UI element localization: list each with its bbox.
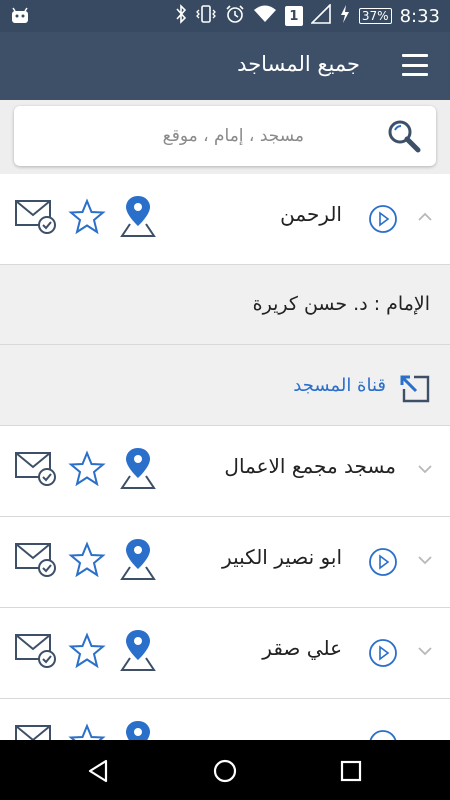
chevron-up-icon[interactable] — [416, 208, 434, 226]
star-icon[interactable] — [68, 450, 106, 488]
chevron-down-icon[interactable] — [416, 460, 434, 478]
chevron-down-icon[interactable] — [416, 642, 434, 660]
bluetooth-icon — [175, 4, 187, 28]
star-icon[interactable] — [68, 632, 106, 670]
battery-percent: 37% — [358, 8, 392, 24]
page-title: جميع المساجد — [237, 52, 360, 76]
mail-check-icon[interactable] — [14, 539, 58, 579]
play-icon[interactable] — [368, 547, 398, 577]
mail-check-icon[interactable] — [14, 196, 58, 236]
home-icon[interactable] — [212, 758, 238, 784]
map-pin-icon[interactable] — [120, 628, 156, 672]
map-pin-icon[interactable] — [120, 537, 156, 581]
map-pin-icon[interactable] — [120, 194, 156, 238]
system-nav-bar — [0, 740, 450, 800]
android-icon — [10, 6, 30, 30]
back-icon[interactable] — [86, 758, 112, 784]
star-icon[interactable] — [68, 198, 106, 236]
search-icon[interactable] — [386, 118, 422, 154]
search-input[interactable] — [34, 120, 304, 152]
search-area — [0, 100, 450, 174]
map-pin-icon[interactable] — [120, 446, 156, 490]
mail-check-icon[interactable] — [14, 630, 58, 670]
play-icon[interactable] — [368, 638, 398, 668]
mosque-name: الرحمن — [280, 202, 342, 226]
imam-text: الإمام : د. حسن كريرة — [252, 293, 430, 315]
wifi-icon — [253, 4, 277, 28]
mosque-row[interactable]: ابو نصير الكبير — [0, 517, 450, 608]
mosque-row[interactable]: الرحمن — [0, 174, 450, 265]
status-bar: 1 37% 8:33 — [0, 0, 450, 32]
mosque-name: ابو نصير الكبير — [222, 545, 342, 569]
mosque-name: علي صقر — [262, 636, 342, 660]
alarm-icon — [225, 4, 245, 28]
mosque-name: مسجد مجمع الاعمال — [224, 454, 396, 478]
mosque-row[interactable]: علي صقر — [0, 608, 450, 699]
battery-indicator: 37% — [358, 8, 392, 24]
sim-badge: 1 — [284, 6, 303, 26]
play-icon[interactable] — [368, 204, 398, 234]
external-link-icon[interactable] — [398, 373, 432, 405]
signal-icon — [309, 3, 331, 28]
chevron-down-icon[interactable] — [416, 551, 434, 569]
mosque-channel-link[interactable]: قناة المسجد — [0, 345, 450, 426]
app-bar: جميع المساجد — [0, 32, 450, 100]
mosque-row[interactable]: مسجد مجمع الاعمال — [0, 426, 450, 517]
mail-check-icon[interactable] — [14, 448, 58, 488]
search-box — [14, 106, 436, 166]
hamburger-menu-icon[interactable] — [402, 54, 428, 76]
recents-icon[interactable] — [338, 758, 364, 784]
charging-icon — [339, 4, 351, 28]
imam-info: الإمام : د. حسن كريرة — [0, 265, 450, 345]
status-time: 8:33 — [399, 5, 440, 27]
channel-label[interactable]: قناة المسجد — [293, 375, 386, 396]
star-icon[interactable] — [68, 541, 106, 579]
vibrate-icon — [195, 4, 217, 28]
